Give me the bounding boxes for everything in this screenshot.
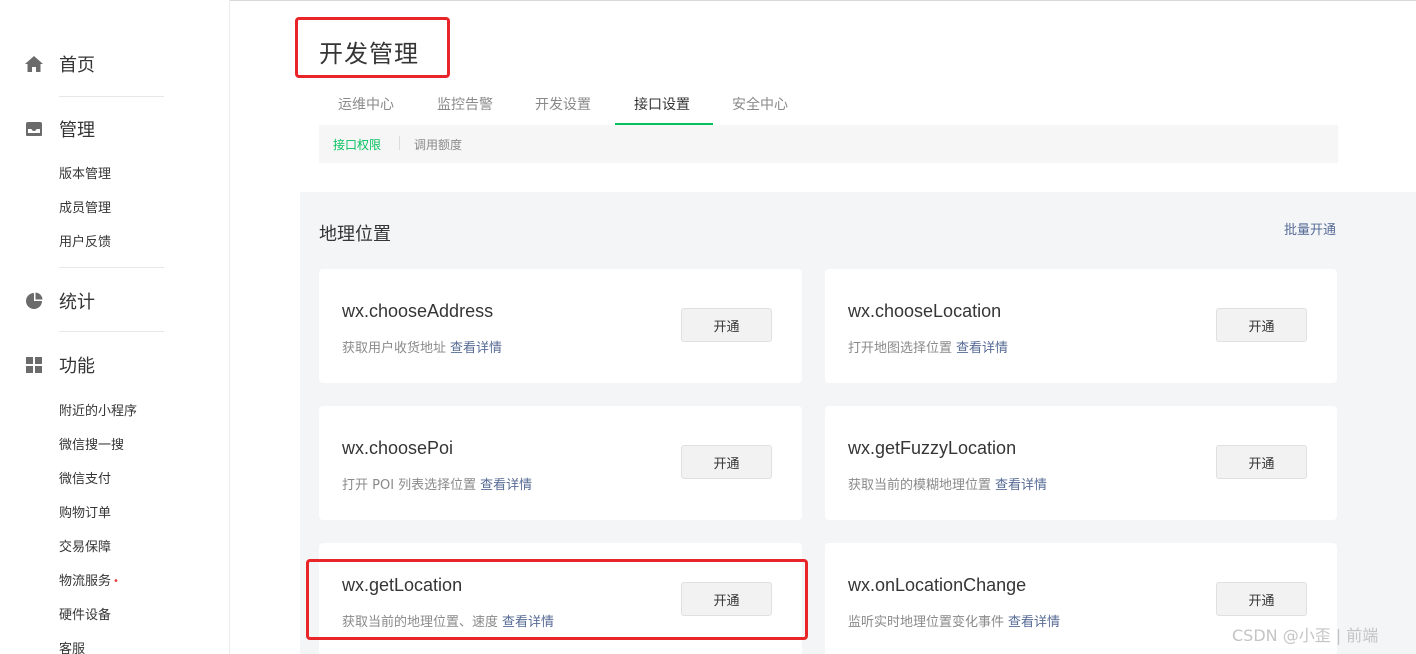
sidebar-item-hardware[interactable]: 硬件设备: [59, 607, 111, 625]
api-desc-text: 监听实时地理位置变化事件: [848, 615, 1005, 630]
detail-link[interactable]: 查看详情: [450, 341, 502, 356]
sidebar-item-service[interactable]: 客服: [59, 641, 85, 654]
api-desc: 监听实时地理位置变化事件 查看详情: [848, 611, 1060, 630]
api-desc-text: 获取用户收货地址: [342, 341, 447, 356]
grid-icon: [24, 355, 44, 375]
sidebar-item-orders[interactable]: 购物订单: [59, 505, 111, 523]
nav-stats-label: 统计: [59, 292, 95, 313]
subtab-bar: 接口权限 调用额度: [319, 125, 1338, 163]
nav-stats[interactable]: 统计: [24, 289, 95, 313]
api-card: wx.chooseAddress 获取用户收货地址 查看详情 开通: [319, 269, 802, 383]
api-desc-text: 打开 POI 列表选择位置: [342, 478, 477, 493]
nav-features[interactable]: 功能: [24, 353, 95, 377]
api-name: wx.choosePoi: [342, 438, 454, 458]
detail-link[interactable]: 查看详情: [995, 478, 1047, 493]
watermark: CSDN @小歪 | 前端: [1232, 626, 1379, 645]
pie-chart-icon: [24, 291, 44, 311]
nav-manage[interactable]: 管理: [24, 117, 95, 141]
subtab-permissions[interactable]: 接口权限: [333, 136, 381, 153]
sidebar-item-logistics[interactable]: 物流服务 •: [59, 573, 119, 591]
sidebar-item-logistics-label: 物流服务: [59, 574, 112, 589]
open-button[interactable]: 开通: [681, 308, 772, 342]
api-desc-text: 获取当前的模糊地理位置: [848, 478, 992, 493]
tab-dev-settings[interactable]: 开发设置: [535, 94, 591, 114]
sidebar-item-version[interactable]: 版本管理: [59, 166, 111, 184]
inbox-icon: [24, 119, 44, 139]
home-icon: [24, 54, 44, 74]
sidebar-divider: [59, 267, 164, 268]
new-dot: •: [113, 576, 119, 587]
tab-api-settings[interactable]: 接口设置: [634, 94, 690, 114]
api-name: wx.getFuzzyLocation: [848, 438, 1017, 458]
open-button[interactable]: 开通: [1216, 582, 1307, 616]
sidebar-divider: [59, 331, 164, 332]
api-card: wx.choosePoi 打开 POI 列表选择位置 查看详情 开通: [319, 406, 802, 520]
detail-link[interactable]: 查看详情: [956, 341, 1008, 356]
tab-bar: 运维中心 监控告警 开发设置 接口设置 安全中心: [319, 88, 811, 126]
api-card: wx.getFuzzyLocation 获取当前的模糊地理位置 查看详情 开通: [825, 406, 1337, 520]
nav-home[interactable]: 首页: [24, 52, 95, 76]
sidebar-item-nearby[interactable]: 附近的小程序: [59, 403, 137, 421]
open-button[interactable]: 开通: [1216, 445, 1307, 479]
api-desc: 打开地图选择位置 查看详情: [848, 337, 1008, 356]
api-name: wx.chooseLocation: [848, 301, 1002, 321]
nav-features-label: 功能: [59, 356, 95, 377]
highlight-box-getlocation: [306, 559, 808, 640]
api-desc-text: 打开地图选择位置: [848, 341, 953, 356]
subtab-divider: [399, 136, 400, 150]
api-card: wx.chooseLocation 打开地图选择位置 查看详情 开通: [825, 269, 1337, 383]
open-button[interactable]: 开通: [1216, 308, 1307, 342]
sidebar-item-guarantee[interactable]: 交易保障: [59, 539, 111, 557]
nav-manage-label: 管理: [59, 120, 95, 141]
detail-link[interactable]: 查看详情: [480, 478, 532, 493]
sidebar-divider: [59, 96, 164, 97]
nav-home-label: 首页: [59, 55, 95, 76]
api-desc: 获取当前的模糊地理位置 查看详情: [848, 474, 1047, 493]
sidebar-item-pay[interactable]: 微信支付: [59, 471, 111, 489]
tab-ops[interactable]: 运维中心: [338, 94, 394, 114]
tab-monitor[interactable]: 监控告警: [437, 94, 493, 114]
api-name: wx.onLocationChange: [848, 575, 1027, 595]
api-desc: 打开 POI 列表选择位置 查看详情: [342, 474, 532, 493]
detail-link[interactable]: 查看详情: [1008, 615, 1060, 630]
api-name: wx.chooseAddress: [342, 301, 494, 321]
sidebar-item-members[interactable]: 成员管理: [59, 200, 111, 218]
sidebar-item-feedback[interactable]: 用户反馈: [59, 234, 111, 252]
api-desc: 获取用户收货地址 查看详情: [342, 337, 502, 356]
tab-security[interactable]: 安全中心: [732, 94, 788, 114]
subtab-quota[interactable]: 调用额度: [414, 136, 462, 153]
highlight-box-title: [295, 17, 450, 78]
batch-open-link[interactable]: 批量开通: [1284, 219, 1336, 238]
open-button[interactable]: 开通: [681, 445, 772, 479]
sidebar: 首页 管理 版本管理 成员管理 用户反馈 统计 功能 附近的小程序 微信搜一搜 …: [0, 0, 230, 654]
section-title: 地理位置: [319, 224, 391, 245]
sidebar-item-search[interactable]: 微信搜一搜: [59, 437, 124, 455]
